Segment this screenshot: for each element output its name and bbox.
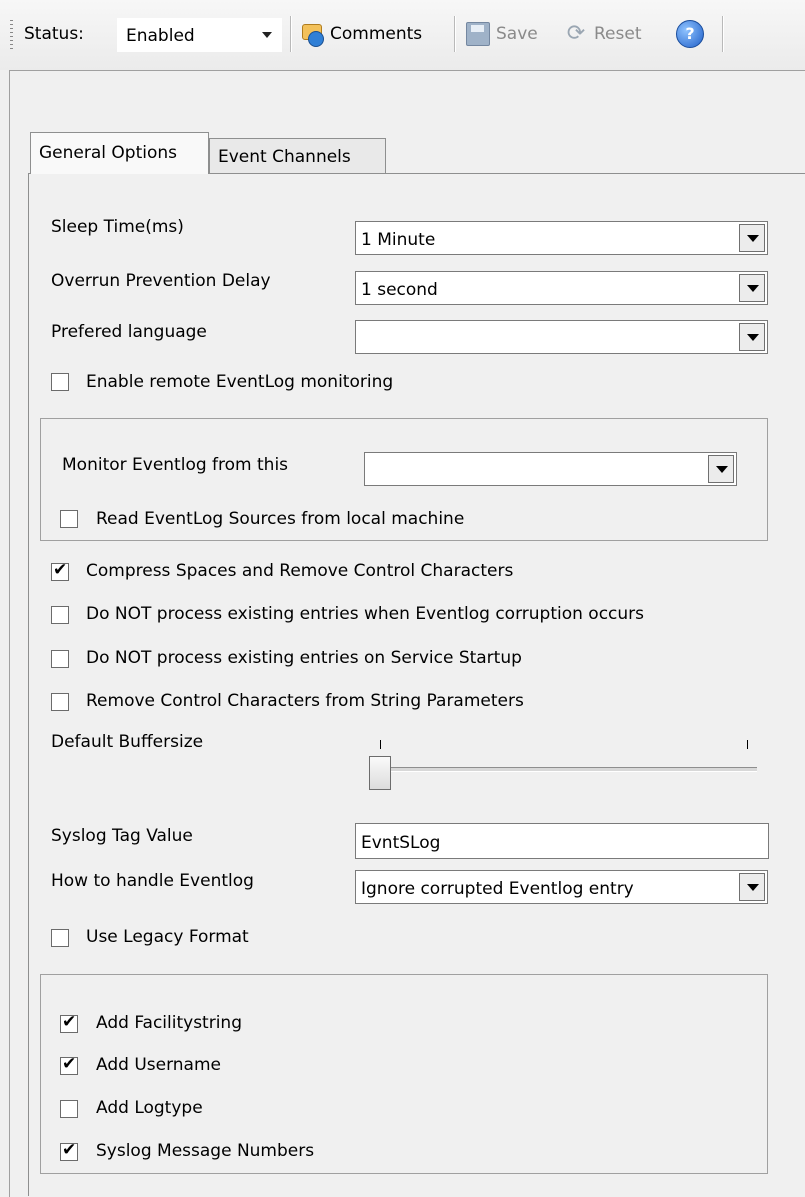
toolbar-grip[interactable] (10, 20, 13, 50)
compress-label: Compress Spaces and Remove Control Chara… (86, 561, 514, 581)
toolbar-separator (290, 16, 292, 52)
syslog-tag-label: Syslog Tag Value (51, 826, 193, 846)
tab-general-options[interactable]: General Options (30, 132, 209, 174)
compress-checkbox[interactable] (51, 560, 69, 581)
chevron-down-icon[interactable] (739, 224, 765, 252)
handle-eventlog-value: Ignore corrupted Eventlog entry (361, 879, 634, 899)
chevron-down-icon (262, 32, 272, 38)
overrun-value: 1 second (361, 280, 438, 300)
handle-eventlog-label: How to handle Eventlog (51, 871, 254, 891)
status-select[interactable]: Enabled (117, 18, 282, 52)
buffersize-slider-track[interactable] (382, 767, 757, 772)
overrun-select[interactable]: 1 second (355, 271, 768, 305)
message-numbers-checkbox[interactable] (60, 1140, 78, 1161)
sleep-time-label: Sleep Time(ms) (51, 217, 184, 237)
language-select[interactable] (355, 320, 768, 354)
syslog-tag-input[interactable]: EvntSLog (355, 823, 769, 859)
no-process-corruption-label: Do NOT process existing entries when Eve… (86, 604, 645, 624)
remove-control-checkbox[interactable] (51, 693, 69, 711)
chevron-down-icon[interactable] (708, 455, 734, 483)
remote-monitoring-label: Enable remote EventLog monitoring (86, 372, 394, 392)
comments-icon (300, 22, 324, 47)
status-value: Enabled (126, 26, 195, 46)
comments-button[interactable]: Comments (300, 18, 422, 50)
reset-icon: ⟳ (566, 21, 586, 46)
remove-control-label: Remove Control Characters from String Pa… (86, 691, 524, 711)
add-facility-label: Add Facilitystring (96, 1013, 242, 1033)
add-facility-checkbox[interactable] (60, 1012, 78, 1033)
syslog-tag-value: EvntSLog (361, 833, 441, 853)
status-label: Status: (24, 24, 84, 44)
chevron-down-icon[interactable] (739, 873, 765, 901)
read-sources-checkbox[interactable] (60, 510, 78, 528)
toolbar-separator (454, 16, 456, 52)
toolbar: Status: Enabled Comments Save ⟳ Reset ? (0, 0, 805, 70)
monitor-from-label: Monitor Eventlog from this (62, 455, 289, 475)
legacy-checkbox[interactable] (51, 929, 69, 947)
add-logtype-label: Add Logtype (96, 1098, 203, 1118)
no-process-corruption-checkbox[interactable] (51, 606, 69, 624)
reset-button[interactable]: ⟳ Reset (564, 18, 642, 50)
tab-event-channels[interactable]: Event Channels (209, 138, 386, 174)
toolbar-separator (722, 16, 724, 52)
buffersize-slider-thumb[interactable] (369, 756, 391, 790)
handle-eventlog-select[interactable]: Ignore corrupted Eventlog entry (355, 870, 768, 904)
remote-monitoring-checkbox[interactable] (51, 373, 69, 391)
no-process-startup-label: Do NOT process existing entries on Servi… (86, 648, 522, 668)
buffersize-label: Default Buffersize (51, 732, 204, 752)
monitor-from-select[interactable] (364, 452, 737, 486)
help-icon: ? (676, 20, 704, 48)
save-icon (466, 22, 490, 46)
chevron-down-icon[interactable] (739, 274, 765, 302)
read-sources-label: Read EventLog Sources from local machine (96, 509, 465, 529)
add-username-checkbox[interactable] (60, 1054, 78, 1075)
legacy-label: Use Legacy Format (86, 927, 249, 947)
reset-label: Reset (594, 24, 642, 44)
message-numbers-label: Syslog Message Numbers (96, 1141, 315, 1161)
comments-label: Comments (330, 24, 423, 44)
add-logtype-checkbox[interactable] (60, 1100, 78, 1118)
sleep-time-value: 1 Minute (361, 230, 436, 250)
language-label: Prefered language (51, 322, 207, 342)
overrun-label: Overrun Prevention Delay (51, 271, 271, 291)
help-button[interactable]: ? (676, 18, 704, 50)
no-process-startup-checkbox[interactable] (51, 650, 69, 668)
save-button[interactable]: Save (466, 18, 538, 50)
add-username-label: Add Username (96, 1055, 221, 1075)
sleep-time-select[interactable]: 1 Minute (355, 221, 768, 255)
save-label: Save (496, 24, 538, 44)
slider-tick (380, 740, 381, 749)
chevron-down-icon[interactable] (739, 323, 765, 351)
slider-tick (747, 740, 748, 749)
